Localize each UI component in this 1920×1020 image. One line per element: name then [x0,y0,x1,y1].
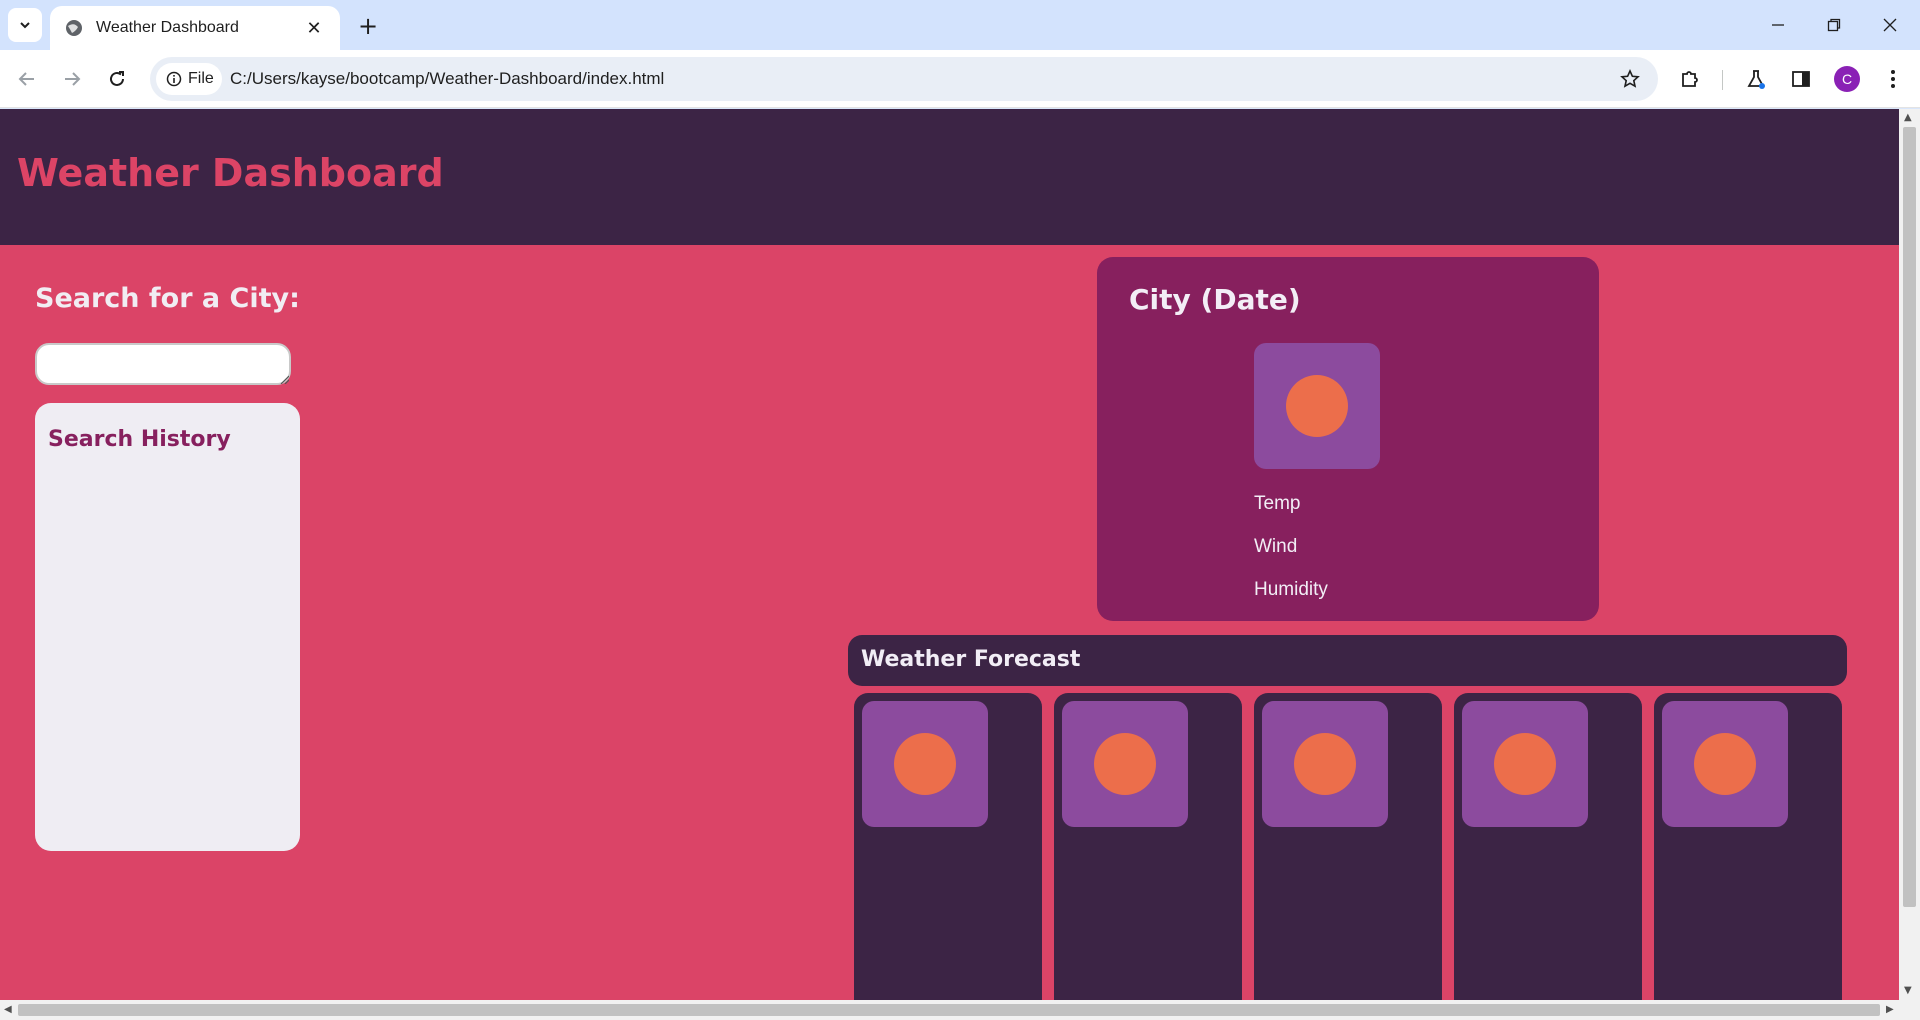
menu-button[interactable] [1877,63,1909,95]
city-search-input[interactable] [35,343,291,385]
resize-grip-icon[interactable] [279,374,289,384]
forecast-header: Weather Forecast [848,635,1847,686]
sun-icon [1494,733,1556,795]
forecast-icon-box [1062,701,1188,827]
scroll-up-icon[interactable]: ▲ [1904,112,1912,123]
sun-icon [1286,375,1348,437]
avatar: C [1834,66,1860,92]
forecast-card [854,693,1042,1000]
horizontal-scrollbar[interactable]: ◀ ▶ [0,1000,1920,1020]
reload-icon [110,71,124,86]
close-tab-icon[interactable]: ✕ [302,18,326,39]
tab-search-button[interactable] [8,8,42,42]
kebab-menu-icon [1891,70,1895,88]
forecast-card [1654,693,1842,1000]
sun-icon [1294,733,1356,795]
address-bar[interactable]: File C:/Users/kayse/bootcamp/Weather-Das… [150,57,1658,101]
minimize-button[interactable] [1750,0,1806,50]
sun-icon [1094,733,1156,795]
current-city-title: City (Date) [1129,283,1301,316]
toolbar-divider [1722,70,1723,90]
search-heading: Search for a City: [35,283,300,314]
forward-arrow-icon [65,72,81,86]
chip-label: File [188,70,214,87]
scroll-right-icon[interactable]: ▶ [1886,1004,1894,1015]
bookmark-star-icon[interactable] [1616,65,1644,93]
page-title: Weather Dashboard [17,151,444,195]
browser-toolbar: File C:/Users/kayse/bootcamp/Weather-Das… [0,50,1920,108]
horizontal-scroll-thumb[interactable] [18,1004,1880,1016]
tab-strip: Weather Dashboard ✕ + [0,0,1920,50]
search-history-panel: Search History [35,403,300,851]
site-info-chip[interactable]: File [156,63,222,95]
forecast-icon-box [1462,701,1588,827]
vertical-scrollbar[interactable]: ▲ ▼ [1899,109,1920,1000]
close-icon [1883,18,1897,32]
side-panel-icon [1792,71,1810,87]
flask-icon [1747,70,1765,89]
puzzle-icon [1682,71,1698,87]
sun-icon [894,733,956,795]
search-history-title: Search History [48,427,231,452]
sun-icon [1694,733,1756,795]
minimize-icon [1772,24,1784,26]
back-arrow-icon [18,72,34,86]
forecast-card [1054,693,1242,1000]
forecast-card [1254,693,1442,1000]
back-button[interactable] [9,61,45,97]
forecast-icon-box [1262,701,1388,827]
new-tab-button[interactable]: + [352,10,384,42]
side-panel-button[interactable] [1785,63,1817,95]
current-weather-icon-box [1254,343,1380,469]
humidity-label: Humidity [1254,579,1328,600]
forecast-title: Weather Forecast [861,647,1081,672]
forecast-icon-box [862,701,988,827]
extensions-button[interactable] [1674,63,1706,95]
current-weather-card: City (Date) Temp Wind Humidity [1097,257,1599,621]
profile-button[interactable]: C [1831,63,1863,95]
forecast-icon-box [1662,701,1788,827]
wind-label: Wind [1254,536,1298,557]
forward-button[interactable] [54,61,90,97]
restore-button[interactable] [1806,0,1862,50]
forecast-card [1454,693,1642,1000]
page-viewport: Weather Dashboard Search for a City: Sea… [0,109,1899,1000]
site-header: Weather Dashboard [0,109,1899,245]
labs-button[interactable] [1740,63,1772,95]
browser-tab[interactable]: Weather Dashboard ✕ [50,6,340,50]
globe-icon [66,20,82,36]
chevron-down-icon [20,22,30,29]
close-window-button[interactable] [1862,0,1918,50]
vertical-scroll-thumb[interactable] [1903,127,1916,907]
info-icon [166,71,182,87]
url-text[interactable]: C:/Users/kayse/bootcamp/Weather-Dashboar… [230,57,664,101]
scroll-left-icon[interactable]: ◀ [4,1004,12,1015]
temp-label: Temp [1254,493,1301,514]
reload-button[interactable] [99,61,135,97]
restore-icon [1827,18,1841,32]
tab-title: Weather Dashboard [96,19,239,36]
scroll-down-icon[interactable]: ▼ [1904,985,1912,996]
